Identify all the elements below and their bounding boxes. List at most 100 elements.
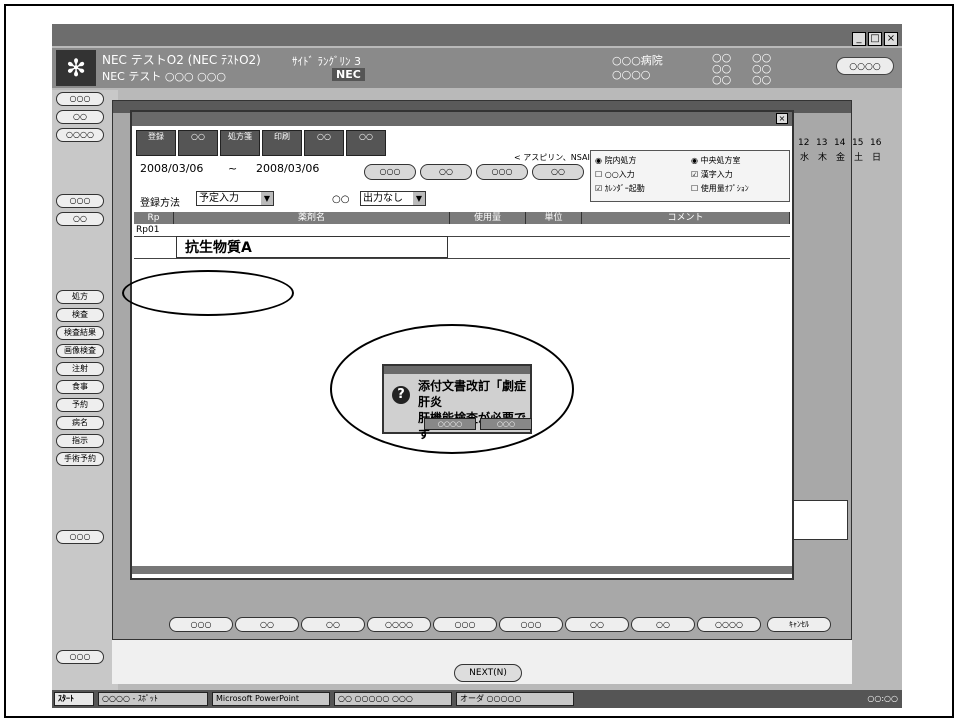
bottom-button-bar: ○○○ ○○ ○○ ○○○○ ○○○ ○○○ ○○ ○○ ○○○○ ｷｬﾝｾﾙ <box>169 615 849 635</box>
dialog-button[interactable]: ○○ <box>420 164 472 180</box>
dialog-button[interactable]: ○○ <box>532 164 584 180</box>
toolbar-print-button[interactable]: 印刷 <box>262 130 302 156</box>
option-radio[interactable]: ◉ 中央処方室 <box>691 155 741 166</box>
option-label: ○○入力 <box>604 170 635 179</box>
option-label: 中央処方室 <box>700 156 741 165</box>
taskbar-item[interactable]: Microsoft PowerPoint <box>212 692 330 706</box>
column-header-comment: コメント <box>582 212 790 224</box>
column-header-amount: 使用量 <box>450 212 526 224</box>
header-center-label: ｻｲﾄﾞ ﾗﾝｸﾞﾘﾝ 3 <box>292 55 361 68</box>
bottom-button[interactable]: ○○○ <box>169 617 233 632</box>
toolbar-button[interactable]: ○○ <box>346 130 386 156</box>
calendar-day: 12 <box>798 138 810 148</box>
date-from[interactable]: 2008/03/06 <box>140 162 203 175</box>
calendar-day: 14 <box>834 138 846 148</box>
patient-label: NEC <box>332 68 365 81</box>
nav-button-disease[interactable]: 病名 <box>56 416 104 430</box>
toolbar-register-button[interactable]: 登録 <box>136 130 176 156</box>
close-icon[interactable]: × <box>884 32 898 46</box>
alt-label: ○○ <box>332 194 350 205</box>
bottom-button[interactable]: ○○ <box>301 617 365 632</box>
window-controls: _ □ × <box>850 26 898 46</box>
toolbar-button[interactable]: ○○ <box>178 130 218 156</box>
option-checkbox[interactable]: ☑ 漢字入力 <box>691 169 733 180</box>
nav-button[interactable]: ○○○ <box>56 92 104 106</box>
checkbox-on-icon: ☑ <box>595 184 603 193</box>
bottom-button[interactable]: ○○○ <box>499 617 563 632</box>
nav-button-reservation[interactable]: 予約 <box>56 398 104 412</box>
app-logo-icon: ✻ <box>56 50 96 86</box>
row-divider <box>134 258 790 259</box>
drug-name-cell[interactable]: 抗生物質A <box>176 236 448 258</box>
nav-button-instruction[interactable]: 指示 <box>56 434 104 448</box>
dropdown-arrow-icon: ▼ <box>261 192 273 205</box>
column-header-rp: Rp <box>134 212 174 224</box>
nav-button[interactable]: ○○○ <box>56 650 104 664</box>
option-label: 漢字入力 <box>700 170 733 179</box>
close-icon[interactable]: × <box>776 113 788 124</box>
option-checkbox[interactable]: ☐ ○○入力 <box>595 169 635 180</box>
radio-on-icon: ◉ <box>691 156 698 165</box>
nav-button-exam-result[interactable]: 検査結果 <box>56 326 104 340</box>
option-checkbox[interactable]: ☑ ｶﾚﾝﾀﾞｰ起動 <box>595 183 645 194</box>
nav-button[interactable]: ○○○ <box>56 194 104 208</box>
alert-ok-button[interactable]: ○○○○ <box>424 418 476 430</box>
minimize-icon[interactable]: _ <box>852 32 866 46</box>
left-nav-panel: ○○○ ○○ ○○○○ ○○○ ○○ 処方 検査 検査結果 画像検査 注射 食事… <box>52 90 118 700</box>
option-radio[interactable]: ◉ 院内処方 <box>595 155 637 166</box>
option-label: 使用量ｵﾌﾟｼｮﾝ <box>700 184 749 193</box>
checkbox-off-icon: ☐ <box>595 170 603 179</box>
cancel-button[interactable]: ｷｬﾝｾﾙ <box>767 617 831 632</box>
nav-button-imaging[interactable]: 画像検査 <box>56 344 104 358</box>
maximize-icon[interactable]: □ <box>868 32 882 46</box>
checkbox-off-icon: ☐ <box>691 184 699 193</box>
bottom-button[interactable]: ○○○○ <box>367 617 431 632</box>
nav-button-surgery[interactable]: 手術予約 <box>56 452 104 466</box>
dropdown-arrow-icon: ▼ <box>413 192 425 205</box>
app-header: ✻ NEC テストO2 (NEC ﾃｽﾄO2) NEC テスト ○○○ ○○○ … <box>52 48 902 88</box>
dialog-button[interactable]: ○○○ <box>476 164 528 180</box>
nav-button[interactable]: ○○ <box>56 212 104 226</box>
bottom-button[interactable]: ○○○○ <box>697 617 761 632</box>
nav-button-exam[interactable]: 検査 <box>56 308 104 322</box>
nav-button-prescription[interactable]: 処方 <box>56 290 104 304</box>
date-to[interactable]: 2008/03/06 <box>256 162 319 175</box>
start-button[interactable]: ｽﾀｰﾄ <box>54 692 94 706</box>
calendar-weekday: 土 <box>854 153 864 163</box>
bottom-button[interactable]: ○○ <box>631 617 695 632</box>
taskbar-item[interactable]: ○○ ○○○○○ ○○○ <box>334 692 452 706</box>
nav-button-injection[interactable]: 注射 <box>56 362 104 376</box>
nav-button[interactable]: ○○○○ <box>56 128 104 142</box>
app-screen: _ □ × ✻ NEC テストO2 (NEC ﾃｽﾄO2) NEC テスト ○○○ … <box>52 24 902 708</box>
taskbar-clock: ○○:○○ <box>867 694 898 703</box>
date-tilde: ~ <box>228 162 238 175</box>
calendar-weekday: 水 <box>800 153 810 163</box>
nav-button-meal[interactable]: 食事 <box>56 380 104 394</box>
next-button[interactable]: NEXT(N) <box>454 664 522 682</box>
header-action-button[interactable]: ○○○○ <box>836 57 894 75</box>
bottom-button[interactable]: ○○ <box>235 617 299 632</box>
reg-method-select[interactable]: 予定入力 ▼ <box>196 191 274 206</box>
alt-select[interactable]: 出力なし ▼ <box>360 191 426 206</box>
taskbar-item[interactable]: オーダ ○○○○○ <box>456 692 574 706</box>
calendar-weekday: 木 <box>818 153 828 163</box>
bottom-button[interactable]: ○○ <box>565 617 629 632</box>
option-checkbox[interactable]: ☐ 使用量ｵﾌﾟｼｮﾝ <box>691 183 749 194</box>
nav-button[interactable]: ○○○ <box>56 530 104 544</box>
dialog-toolbar: 登録 ○○ 処方箋 印刷 ○○ ○○ <box>136 130 436 156</box>
toolbar-prescription-button[interactable]: 処方箋 <box>220 130 260 156</box>
header-info-1: ○○ ○○ ○○ <box>712 51 732 86</box>
dialog-button[interactable]: ○○○ <box>364 164 416 180</box>
reg-method-value: 予定入力 <box>199 193 239 204</box>
bottom-button[interactable]: ○○○ <box>433 617 497 632</box>
taskbar-item[interactable]: ○○○○ - ｽﾎﾟｯﾄ <box>98 692 208 706</box>
alert-titlebar <box>384 366 530 374</box>
dialog-status-strip <box>132 566 792 574</box>
prescription-table: Rp 薬剤名 使用量 単位 コメント Rp01 抗生物質A <box>134 212 790 264</box>
alert-message: 添付文書改訂「劇症肝炎 肝機能検査が必要です <box>418 378 530 442</box>
nav-button[interactable]: ○○ <box>56 110 104 124</box>
column-header-unit: 単位 <box>526 212 582 224</box>
toolbar-button[interactable]: ○○ <box>304 130 344 156</box>
question-icon: ? <box>392 386 410 404</box>
alert-cancel-button[interactable]: ○○○ <box>480 418 532 430</box>
